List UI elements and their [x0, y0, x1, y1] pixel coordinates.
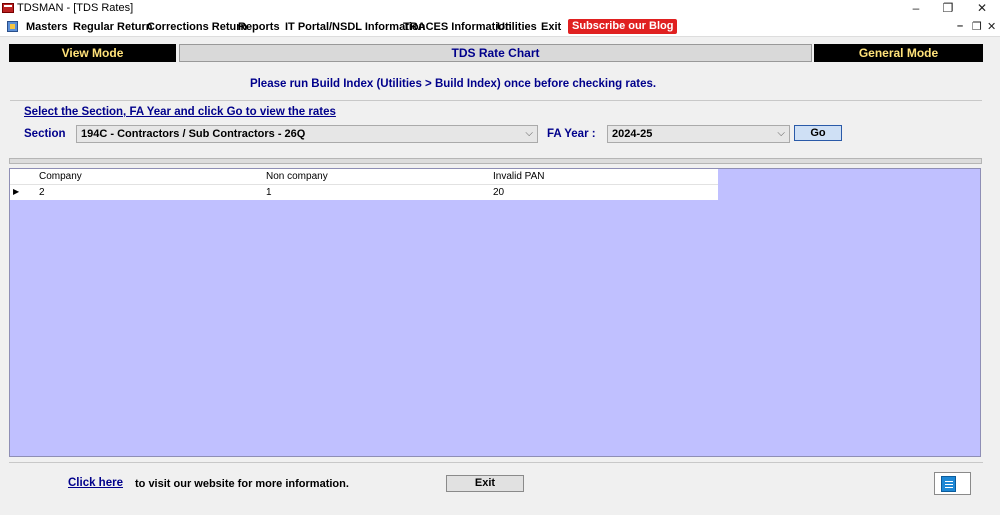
mdi-restore-button[interactable]: ❐	[972, 20, 982, 33]
section-select[interactable]: 194C - Contractors / Sub Contractors - 2…	[76, 125, 538, 143]
go-button[interactable]: Go	[794, 125, 842, 141]
rates-grid[interactable]: Company Non company Invalid PAN ▶ 2 1 20	[9, 168, 981, 457]
website-text: to visit our website for more informatio…	[135, 478, 349, 490]
menu-bar: Masters Regular Return Corrections Retur…	[0, 17, 1000, 37]
page-title: TDS Rate Chart	[179, 44, 812, 62]
exit-button[interactable]: Exit	[446, 475, 524, 492]
close-button[interactable]: ✕	[966, 0, 998, 17]
title-bar: TDSMAN - [TDS Rates] – ❐ ✕	[0, 0, 1000, 17]
column-header-non-company[interactable]: Non company	[266, 171, 328, 182]
website-link[interactable]: Click here	[68, 477, 123, 489]
menu-corrections-return[interactable]: Corrections Return	[147, 21, 247, 33]
selection-panel: Select the Section, FA Year and click Go…	[10, 100, 982, 152]
chevron-down-icon: ⌵	[525, 128, 533, 139]
mdi-minimize-button[interactable]: –	[957, 20, 963, 32]
rates-table: Company Non company Invalid PAN ▶ 2 1 20	[10, 169, 718, 200]
menu-regular-return[interactable]: Regular Return	[73, 21, 152, 33]
menu-masters[interactable]: Masters	[26, 21, 68, 33]
selection-instruction: Select the Section, FA Year and click Go…	[24, 106, 336, 118]
minimize-button[interactable]: –	[900, 0, 932, 17]
cell-invalid-pan: 20	[493, 187, 505, 198]
cell-company: 2	[39, 187, 45, 198]
column-header-invalid-pan[interactable]: Invalid PAN	[493, 171, 545, 182]
restore-button[interactable]: ❐	[932, 0, 964, 17]
general-mode-label: General Mode	[814, 44, 983, 62]
table-header: Company Non company Invalid PAN	[10, 169, 718, 185]
fa-year-select[interactable]: 2024-25 ⌵	[607, 125, 790, 143]
menu-exit[interactable]: Exit	[541, 21, 561, 33]
cell-non-company: 1	[266, 187, 272, 198]
mdi-close-button[interactable]: ✕	[987, 20, 996, 33]
grid-divider	[9, 158, 982, 164]
window-title: TDSMAN - [TDS Rates]	[17, 2, 134, 14]
fa-year-value: 2024-25	[612, 128, 653, 140]
column-header-company[interactable]: Company	[39, 171, 82, 182]
app-icon	[2, 3, 14, 13]
section-label: Section	[24, 128, 66, 140]
document-button[interactable]	[934, 472, 971, 495]
subscribe-blog-button[interactable]: Subscribe our Blog	[568, 19, 678, 34]
menu-traces[interactable]: TRACES Information	[403, 21, 512, 33]
chevron-down-icon: ⌵	[777, 128, 785, 139]
document-icon[interactable]	[7, 21, 18, 32]
menu-reports[interactable]: Reports	[238, 21, 280, 33]
table-row[interactable]: ▶ 2 1 20	[10, 185, 718, 200]
section-value: 194C - Contractors / Sub Contractors - 2…	[81, 128, 306, 140]
fa-year-label: FA Year :	[547, 128, 596, 140]
document-icon	[941, 476, 956, 492]
build-index-notice: Please run Build Index (Utilities > Buil…	[249, 78, 657, 90]
row-selector-icon: ▶	[13, 187, 20, 196]
mode-bar: View Mode TDS Rate Chart General Mode	[9, 44, 983, 62]
menu-utilities[interactable]: Utilities	[497, 21, 537, 33]
footer-panel: Click here to visit our website for more…	[9, 462, 983, 498]
view-mode-label: View Mode	[9, 44, 176, 62]
